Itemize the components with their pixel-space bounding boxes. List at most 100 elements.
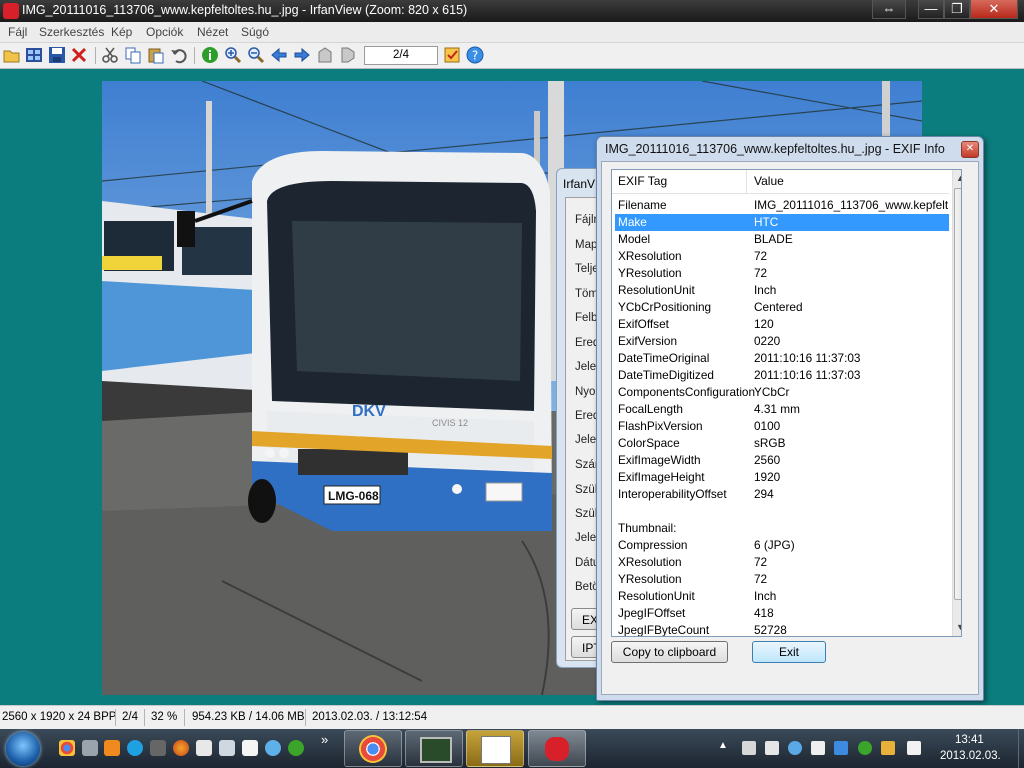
scroll-down-icon[interactable]: ▼ <box>956 622 961 632</box>
utorrent-icon[interactable] <box>858 741 872 755</box>
exif-row[interactable]: DateTimeOriginal 2011:10:16 11:37:03 <box>615 350 949 367</box>
zoom-out-icon[interactable] <box>247 46 265 64</box>
exif-row[interactable]: ResolutionUnit Inch <box>615 282 949 299</box>
irfanview-window[interactable] <box>528 730 586 767</box>
scroll-up-icon[interactable]: ▲ <box>956 173 961 183</box>
exif-row[interactable]: YResolution 72 <box>615 571 949 588</box>
media-icon[interactable] <box>765 741 779 755</box>
menu-help[interactable]: Súgó <box>241 25 269 39</box>
quick-launch-overflow[interactable]: » <box>321 732 328 747</box>
exif-row[interactable]: Model BLADE <box>615 231 949 248</box>
copy-icon[interactable] <box>124 46 142 64</box>
settings-icon[interactable] <box>443 46 461 64</box>
flag-icon[interactable] <box>907 741 921 755</box>
exif-row[interactable]: XResolution 72 <box>615 248 949 265</box>
status-dimensions: 2560 x 1920 x 24 BPP <box>2 711 117 723</box>
exif-row[interactable]: ExifVersion 0220 <box>615 333 949 350</box>
exif-scrollbar[interactable]: ▲ ▼ <box>952 170 961 636</box>
exit-button[interactable]: Exit <box>752 641 826 663</box>
clock-time[interactable]: 13:41 <box>955 734 984 746</box>
menu-image[interactable]: Kép <box>111 25 132 39</box>
exif-row[interactable]: JpegIFOffset 418 <box>615 605 949 622</box>
status-separator <box>184 709 185 726</box>
menu-edit[interactable]: Szerkesztés <box>39 25 104 39</box>
exif-row[interactable]: InteroperabilityOffset 294 <box>615 486 949 503</box>
chrome-window[interactable] <box>344 730 402 767</box>
exif-row[interactable]: ColorSpace sRGB <box>615 435 949 452</box>
exif-row[interactable]: YCbCrPositioning Centered <box>615 299 949 316</box>
info-icon[interactable] <box>201 46 219 64</box>
phone-icon[interactable] <box>742 741 756 755</box>
resize-button[interactable]: ⇔ <box>872 0 906 19</box>
prev-arrow-icon[interactable] <box>270 46 288 64</box>
column-header-tag[interactable]: EXIF Tag <box>612 170 747 193</box>
irfanview-app-icon[interactable] <box>3 3 19 19</box>
calendar-icon[interactable] <box>242 740 258 756</box>
tool-icon[interactable] <box>150 740 166 756</box>
maximize-button[interactable]: ❐ <box>944 0 970 19</box>
exif-close-icon[interactable]: ✕ <box>961 141 979 158</box>
exif-row[interactable]: YResolution 72 <box>615 265 949 282</box>
exif-row[interactable]: FocalLength 4.31 mm <box>615 401 949 418</box>
exif-value: IMG_20111016_113706_www.kepfelt... <box>754 198 948 212</box>
exif-row[interactable]: Filename IMG_20111016_113706_www.kepfelt.… <box>615 197 949 214</box>
start-button[interactable] <box>6 732 40 766</box>
calendar-window[interactable] <box>466 730 524 767</box>
exif-row[interactable]: XResolution 72 <box>615 554 949 571</box>
show-hidden-icons-icon[interactable]: ▲ <box>718 740 728 751</box>
menu-file[interactable]: Fájl <box>8 25 27 39</box>
last-image-icon[interactable] <box>339 46 357 64</box>
minimize-button[interactable]: — <box>918 0 944 19</box>
monitor-icon[interactable] <box>811 741 825 755</box>
close-button[interactable]: ✕ <box>970 0 1018 19</box>
settings-icon[interactable] <box>82 740 98 756</box>
first-image-icon[interactable] <box>316 46 334 64</box>
exif-row[interactable]: ExifImageHeight 1920 <box>615 469 949 486</box>
exif-row[interactable]: ComponentsConfiguration YCbCr <box>615 384 949 401</box>
next-arrow-icon[interactable] <box>293 46 311 64</box>
vlc-icon[interactable] <box>104 740 120 756</box>
zoom-in-icon[interactable] <box>224 46 242 64</box>
exif-list-view[interactable]: EXIF Tag Value Filename IMG_20111016_1137… <box>611 169 962 637</box>
exif-value: 0100 <box>754 419 781 433</box>
calendar-icon <box>481 736 511 764</box>
exif-row-blank[interactable] <box>615 503 949 520</box>
help-icon[interactable]: ? <box>466 46 484 64</box>
exif-row[interactable]: FlashPixVersion 0100 <box>615 418 949 435</box>
network-icon[interactable] <box>881 741 895 755</box>
exif-row[interactable]: ExifImageWidth 2560 <box>615 452 949 469</box>
column-header-value[interactable]: Value <box>748 170 948 193</box>
exif-row-section[interactable]: Thumbnail: <box>615 520 949 537</box>
copy-to-clipboard-button[interactable]: Copy to clipboard <box>611 641 728 663</box>
page-indicator[interactable]: 2/4 <box>364 46 438 65</box>
undo-icon[interactable] <box>170 46 188 64</box>
show-desktop-button[interactable] <box>1018 729 1024 768</box>
cut-icon[interactable] <box>101 46 119 64</box>
exif-row-selected[interactable]: Make HTC <box>615 214 949 231</box>
exif-row[interactable]: DateTimeDigitized 2011:10:16 11:37:03 <box>615 367 949 384</box>
document-icon[interactable] <box>196 740 212 756</box>
chrome-icon[interactable] <box>59 740 75 756</box>
network-icon[interactable] <box>265 740 281 756</box>
exif-row[interactable]: JpegIFByteCount 52728 <box>615 622 949 636</box>
dropbox-icon[interactable] <box>834 741 848 755</box>
clock-date[interactable]: 2013.02.03. <box>940 750 1001 762</box>
skype-icon[interactable] <box>127 740 143 756</box>
scrollbar-thumb[interactable] <box>954 188 961 600</box>
exif-row[interactable]: ResolutionUnit Inch <box>615 588 949 605</box>
open-folder-icon[interactable] <box>3 46 21 64</box>
exif-row[interactable]: ExifOffset 120 <box>615 316 949 333</box>
menu-options[interactable]: Opciók <box>146 25 183 39</box>
exif-row[interactable]: Compression 6 (JPG) <box>615 537 949 554</box>
power-icon[interactable] <box>788 741 802 755</box>
delete-icon[interactable] <box>70 46 88 64</box>
firefox-icon[interactable] <box>173 740 189 756</box>
exif-tag: DateTimeOriginal <box>618 351 710 365</box>
save-icon[interactable] <box>48 46 66 64</box>
screen-window[interactable] <box>405 730 463 767</box>
task-icon[interactable] <box>219 740 235 756</box>
paste-icon[interactable] <box>147 46 165 64</box>
menu-view[interactable]: Nézet <box>197 25 228 39</box>
utorrent-icon[interactable] <box>288 740 304 756</box>
thumbnails-icon[interactable] <box>25 46 43 64</box>
